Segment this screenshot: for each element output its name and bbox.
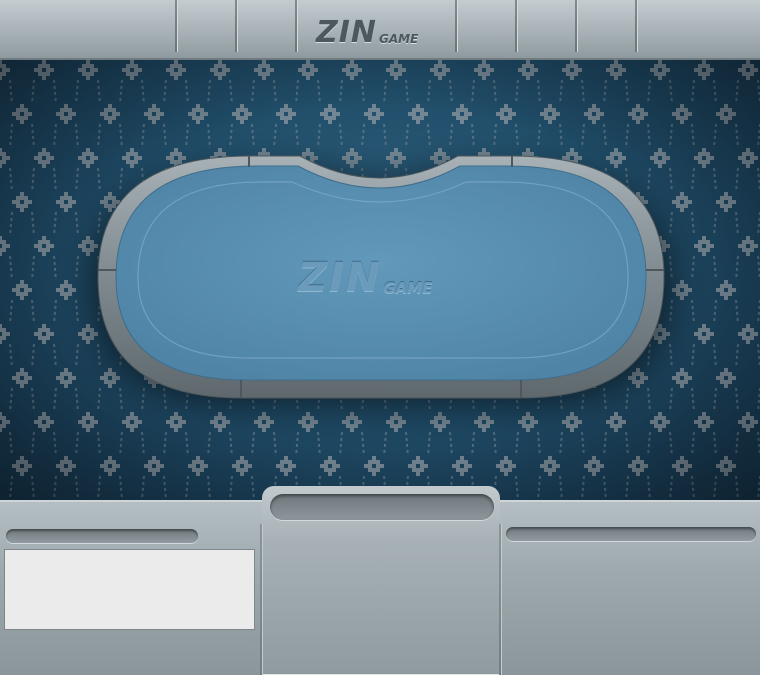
carpet-background	[0, 60, 760, 502]
panel-divider	[499, 524, 501, 675]
top-bar-divider	[295, 0, 297, 52]
top-bar-divider	[635, 0, 637, 52]
chat-box[interactable]	[4, 549, 255, 630]
top-bar-divider	[515, 0, 517, 52]
top-bar-divider	[575, 0, 577, 52]
top-bar-divider	[455, 0, 457, 52]
top-bar-divider	[175, 0, 177, 52]
header-logo-main: ZIN	[316, 15, 378, 50]
panel-divider	[260, 524, 262, 675]
top-bar-divider	[235, 0, 237, 52]
carpet-vignette	[0, 60, 760, 502]
chat-header-slot	[6, 529, 198, 543]
header-logo: ZIN GAME	[316, 14, 418, 48]
header-logo-sub: GAME	[379, 32, 419, 46]
info-header-slot	[506, 527, 756, 541]
action-slot	[270, 494, 494, 520]
top-bar: ZIN GAME	[0, 0, 760, 60]
